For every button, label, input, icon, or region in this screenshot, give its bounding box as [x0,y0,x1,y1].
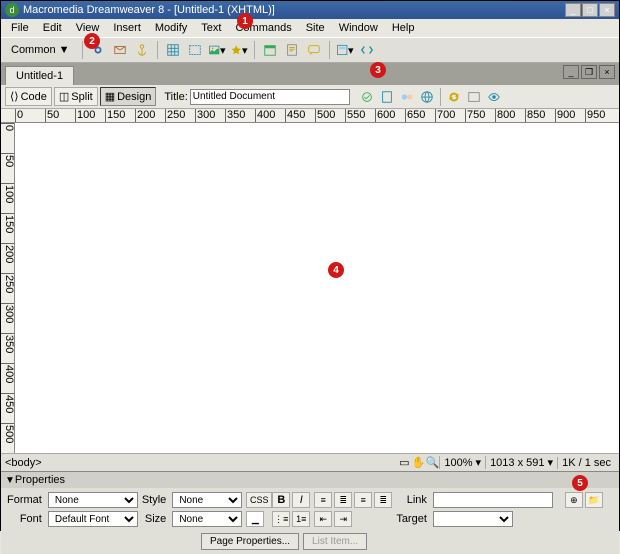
menu-commands[interactable]: Commands [229,21,297,35]
menu-edit[interactable]: Edit [37,21,68,35]
design-canvas[interactable] [15,123,619,453]
list-item-button: List Item... [303,533,367,550]
link-label: Link [396,494,429,506]
chevron-down-icon: ▼ [56,44,70,56]
preview-debug-icon[interactable] [418,88,436,106]
target-select[interactable] [433,511,513,527]
app-icon: d [5,3,19,17]
italic-button[interactable]: I [292,492,310,508]
menu-insert[interactable]: Insert [107,21,147,35]
view-options-icon[interactable] [465,88,483,106]
properties-panel: ▼ Properties Format None Style None CSS … [1,471,619,554]
design-icon: ▦ [105,90,115,103]
bold-button[interactable]: B [272,492,290,508]
named-anchor-icon[interactable] [133,41,151,59]
tag-selector[interactable]: <body> [5,457,397,469]
css-button[interactable]: CSS [246,492,272,508]
format-label: Format [7,494,44,506]
vertical-ruler: 0 50 100 150 200 250 300 350 400 450 500 [1,123,15,453]
title-bar: d Macromedia Dreamweaver 8 - [Untitled-1… [1,1,619,19]
ordered-list-button[interactable]: 1≡ [292,511,310,527]
tag-chooser-icon[interactable] [358,41,376,59]
text-color-button[interactable]: ▁ [246,511,264,527]
align-left-button[interactable]: ≡ [314,492,332,508]
insert-category-label: Common [11,44,56,56]
code-view-button[interactable]: ⟨⟩Code [5,87,52,106]
format-select[interactable]: None [48,492,138,508]
page-properties-button[interactable]: Page Properties... [201,533,299,550]
menu-view[interactable]: View [70,21,106,35]
split-view-button[interactable]: ◫Split [54,87,98,106]
minimize-button[interactable]: _ [565,3,581,17]
indent-button[interactable]: ⇥ [334,511,352,527]
align-justify-button[interactable]: ≣ [374,492,392,508]
menu-window[interactable]: Window [333,21,384,35]
horizontal-ruler: 0 50 100 150 200 250 300 350 400 450 500… [1,109,619,123]
window-title: Macromedia Dreamweaver 8 - [Untitled-1 (… [23,4,565,16]
properties-header[interactable]: ▼ Properties [1,472,619,488]
image-icon[interactable]: ▾ [208,41,226,59]
design-view-button[interactable]: ▦Design [100,87,157,106]
status-bar: <body> ▭ ✋ 🔍 100% ▾ 1013 x 591 ▾ 1K / 1 … [1,453,619,471]
doc-minimize-button[interactable]: _ [563,65,579,79]
visual-aids-icon[interactable] [485,88,503,106]
code-icon: ⟨⟩ [10,90,19,103]
document-title-input[interactable] [190,89,350,105]
menu-help[interactable]: Help [386,21,421,35]
menu-bar: File Edit View Insert Modify Text Comman… [1,19,619,37]
email-link-icon[interactable] [111,41,129,59]
size-select[interactable]: None [172,511,242,527]
menu-text[interactable]: Text [195,21,227,35]
browse-for-file-icon[interactable]: 📁 [585,492,603,508]
comment-icon[interactable] [305,41,323,59]
div-icon[interactable] [186,41,204,59]
font-label: Font [7,513,44,525]
maximize-button[interactable]: □ [582,3,598,17]
window-size[interactable]: 1013 x 591 ▾ [485,456,557,469]
date-icon[interactable] [261,41,279,59]
menu-file[interactable]: File [5,21,35,35]
link-input[interactable] [433,492,553,508]
document-tab-bar: Untitled-1 _ ❐ × [1,63,619,85]
doc-close-button[interactable]: × [599,65,615,79]
close-button[interactable]: × [599,3,615,17]
insert-bar: Common ▼ ▾ ▾ ▾ [1,37,619,63]
style-label: Style [142,494,168,506]
media-icon[interactable]: ▾ [230,41,248,59]
document-size: 1K / 1 sec [557,457,615,469]
style-select[interactable]: None [172,492,242,508]
hyperlink-icon[interactable] [89,41,107,59]
zoom-level[interactable]: 100% ▾ [439,456,485,469]
menu-site[interactable]: Site [300,21,331,35]
unordered-list-button[interactable]: ⋮≡ [272,511,290,527]
menu-modify[interactable]: Modify [149,21,193,35]
templates-icon[interactable]: ▾ [336,41,354,59]
doc-restore-button[interactable]: ❐ [581,65,597,79]
table-icon[interactable] [164,41,182,59]
hand-tool-icon[interactable]: ✋ [411,456,425,470]
file-management-icon[interactable] [398,88,416,106]
document-toolbar: ⟨⟩Code ◫Split ▦Design Title: [1,85,619,109]
target-label: Target [396,513,429,525]
size-label: Size [142,513,168,525]
outdent-button[interactable]: ⇤ [314,511,332,527]
title-label: Title: [164,91,187,103]
point-to-file-icon[interactable]: ⊕ [565,492,583,508]
align-center-button[interactable]: ≣ [334,492,352,508]
font-select[interactable]: Default Font [48,511,138,527]
split-icon: ◫ [59,90,69,103]
align-right-button[interactable]: ≡ [354,492,372,508]
no-browser-check-icon[interactable] [358,88,376,106]
server-side-include-icon[interactable] [283,41,301,59]
zoom-tool-icon[interactable]: 🔍 [425,456,439,470]
validate-markup-icon[interactable] [378,88,396,106]
document-area: 0 50 100 150 200 250 300 350 400 450 500 [1,123,619,453]
document-tab[interactable]: Untitled-1 [5,66,74,85]
refresh-design-view-icon[interactable] [445,88,463,106]
insert-category-dropdown[interactable]: Common ▼ [5,42,76,58]
select-tool-icon[interactable]: ▭ [397,456,411,470]
